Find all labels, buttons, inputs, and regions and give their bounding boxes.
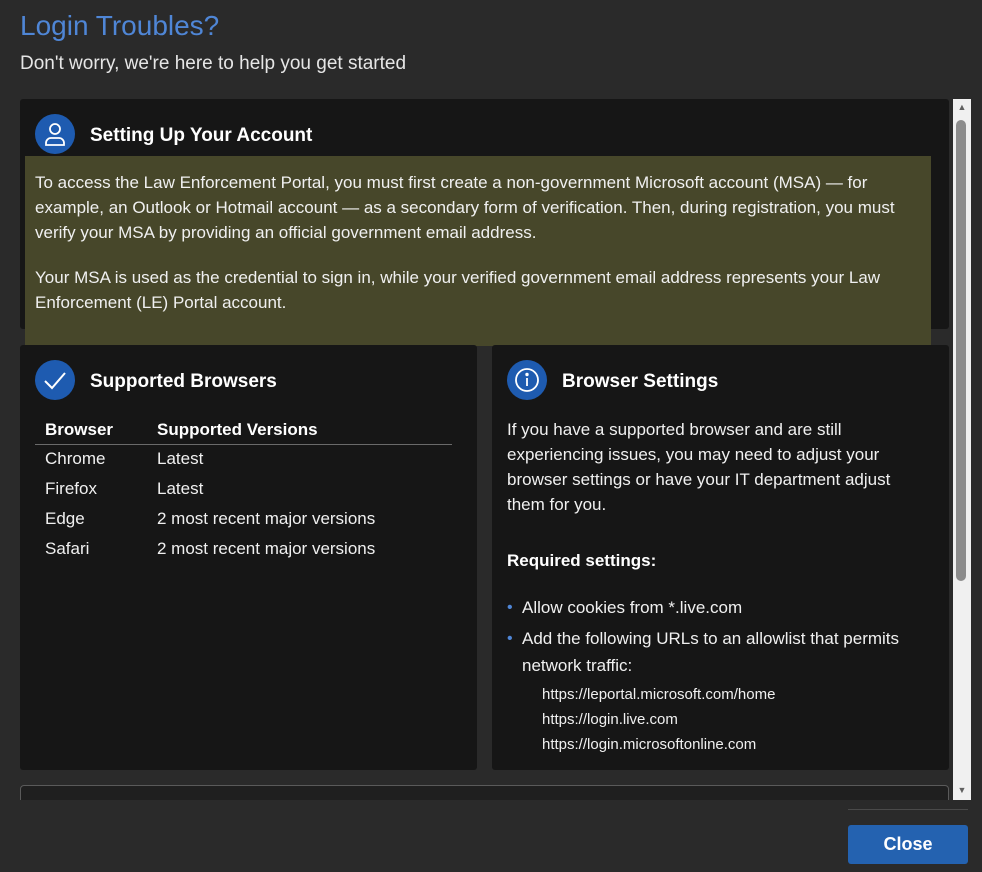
browser-settings-card: Browser Settings If you have a supported… [492,345,949,770]
scroll-down-arrow-icon[interactable]: ▼ [953,783,971,797]
page-title: Login Troubles? [20,10,220,41]
table-row: Edge 2 most recent major versions [35,504,452,534]
browser-version: 2 most recent major versions [157,509,376,528]
column-header-browser: Browser [35,419,147,445]
person-icon [35,114,75,154]
bullet-icon: • [507,599,513,616]
browser-name: Chrome [45,449,106,469]
settings-intro: If you have a supported browser and are … [507,420,891,514]
page-subtitle: Don't worry, we're here to help you get … [20,53,407,74]
browser-version: Latest [157,479,204,498]
highlighted-text-block: To access the Law Enforcement Portal, yo… [25,156,931,346]
browser-support-table: Browser Supported Versions Chrome Latest… [35,419,452,564]
list-item: • Add the following URLs to an allowlist … [507,625,932,679]
browser-name: Safari [45,539,90,558]
bullet-text: Add the following URLs to an allowlist t… [522,629,900,675]
table-row: Firefox Latest [35,474,452,504]
required-settings-heading: Required settings: [507,551,657,570]
settings-card-title: Browser Settings [562,371,719,392]
browser-version: Latest [157,449,204,469]
close-button[interactable]: Close [848,825,968,864]
allowlist-url: https://leportal.microsoft.com/home [542,686,776,703]
next-card-partial [20,785,949,800]
scrollbar-thumb[interactable] [956,120,966,581]
checkmark-icon [35,360,75,400]
account-setup-card: Setting Up Your Account To access the La… [20,99,949,346]
table-row: Chrome Latest [35,444,452,474]
settings-bullet-list: • Allow cookies from *.live.com • Add the … [507,594,932,683]
browser-name: Firefox [45,479,97,498]
browser-name: Edge [45,509,85,528]
allowlist-url: https://login.microsoftonline.com [542,736,757,753]
allowlist-url: https://login.live.com [542,711,678,728]
table-header-row: Browser Supported Versions [35,419,452,445]
bullet-text: Allow cookies from *.live.com [522,598,743,617]
column-header-versions: Supported Versions [147,419,452,445]
vertical-scrollbar[interactable]: ▲ ▼ [953,99,971,800]
bullet-icon: • [507,630,513,647]
footer-divider [848,809,968,810]
account-paragraph: To access the Law Enforcement Portal, yo… [35,173,895,242]
list-item: • Allow cookies from *.live.com [507,594,932,621]
info-icon [507,360,547,400]
browser-version: 2 most recent major versions [157,539,376,558]
allowlist-url-list: https://leportal.microsoft.com/home http… [542,682,775,757]
account-card-title: Setting Up Your Account [90,125,313,146]
browsers-card-title: Supported Browsers [90,371,277,392]
scroll-up-arrow-icon[interactable]: ▲ [953,100,971,114]
account-paragraph: Your MSA is used as the credential to si… [35,268,881,312]
table-row: Safari 2 most recent major versions [35,534,452,564]
content-scroll-area[interactable]: Setting Up Your Account To access the La… [20,99,950,800]
